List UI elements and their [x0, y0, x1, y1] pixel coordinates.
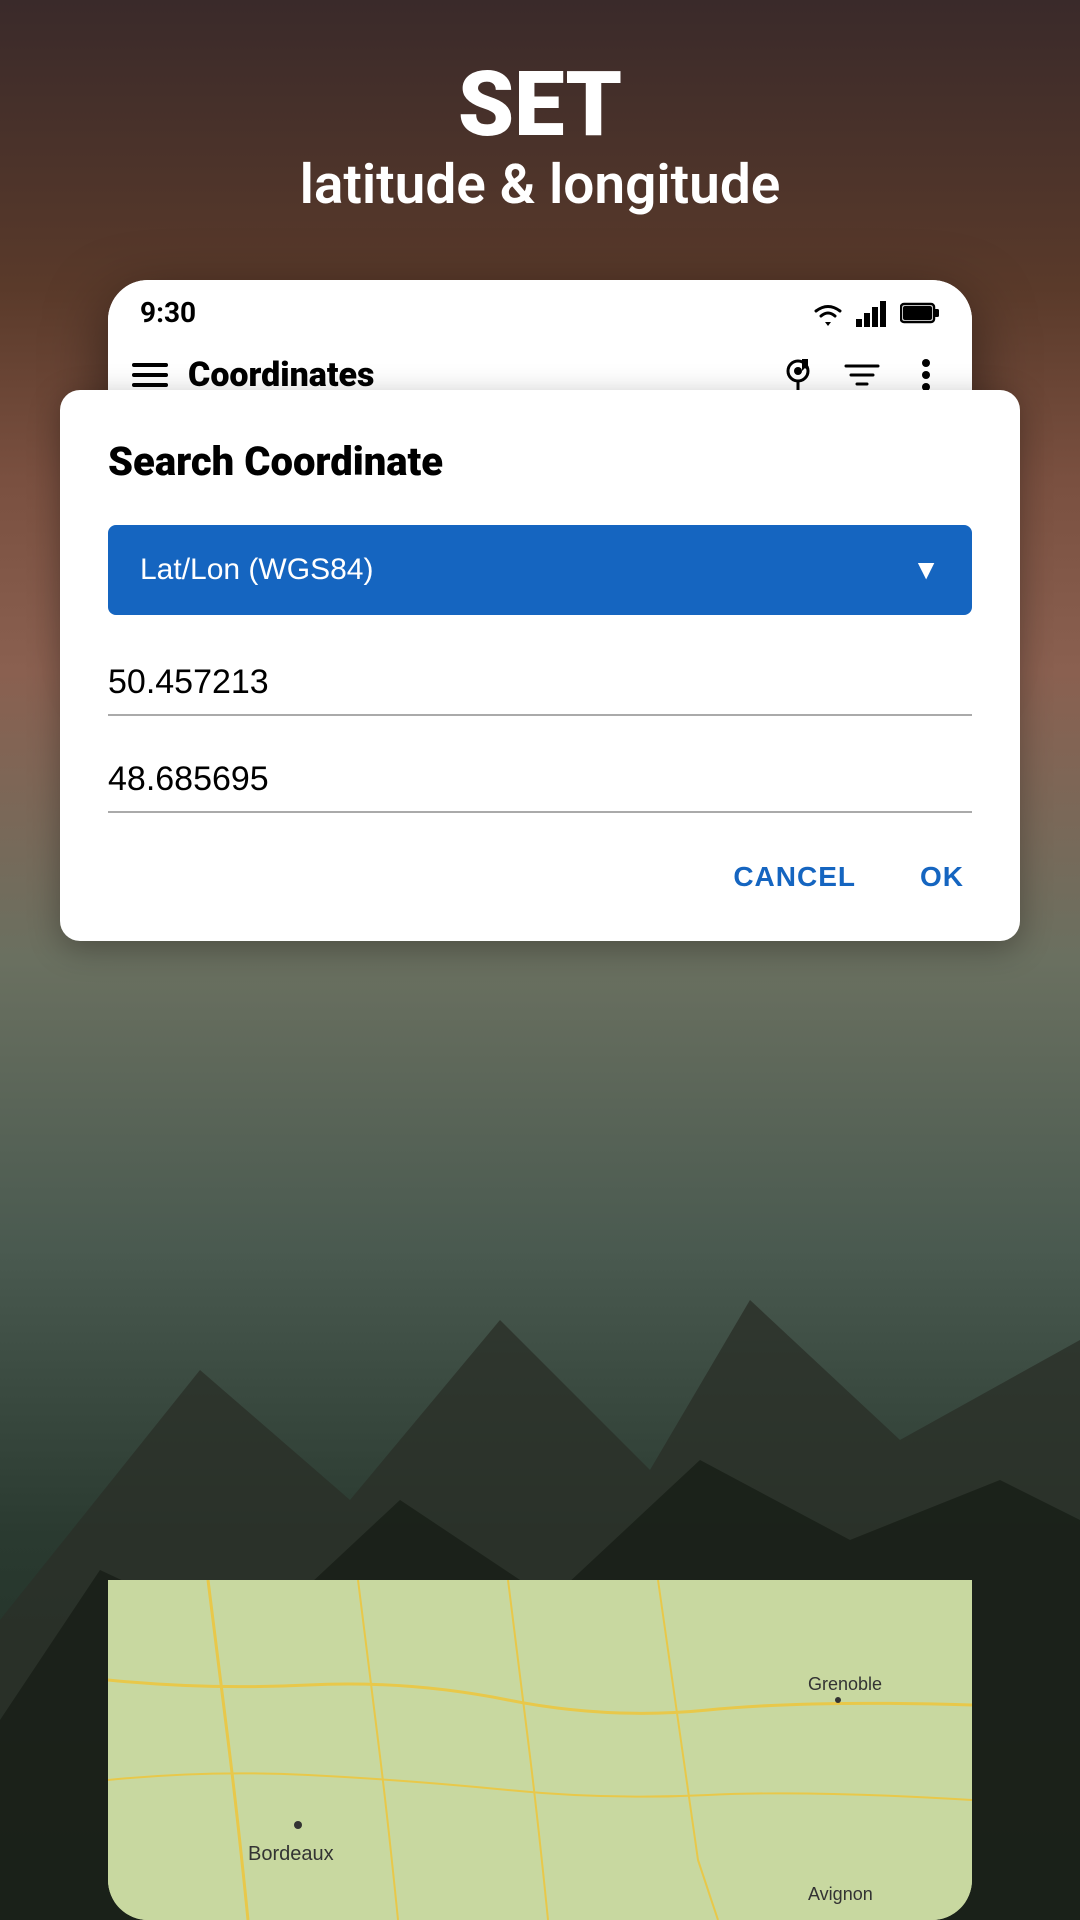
- bottom-map: Bordeaux Grenoble Avignon: [108, 1580, 972, 1920]
- svg-text:Bordeaux: Bordeaux: [248, 1843, 334, 1865]
- dropdown-label: Lat/Lon (WGS84): [140, 553, 373, 587]
- longitude-input-group: [108, 752, 972, 813]
- svg-text:Grenoble: Grenoble: [808, 1674, 882, 1694]
- latitude-input[interactable]: [108, 655, 972, 716]
- coordinate-type-dropdown[interactable]: Lat/Lon (WGS84) ▼: [108, 525, 972, 615]
- longitude-input[interactable]: [108, 752, 972, 813]
- cancel-button[interactable]: CANCEL: [725, 849, 864, 905]
- ok-button[interactable]: OK: [912, 849, 972, 905]
- dialog-actions: CANCEL OK: [108, 849, 972, 905]
- dialog-title: Search Coordinate: [108, 438, 972, 485]
- chevron-down-icon: ▼: [912, 554, 940, 586]
- svg-text:Avignon: Avignon: [808, 1884, 873, 1904]
- latitude-input-group: [108, 655, 972, 716]
- search-coordinate-dialog: Search Coordinate Lat/Lon (WGS84) ▼ CANC…: [60, 390, 1020, 941]
